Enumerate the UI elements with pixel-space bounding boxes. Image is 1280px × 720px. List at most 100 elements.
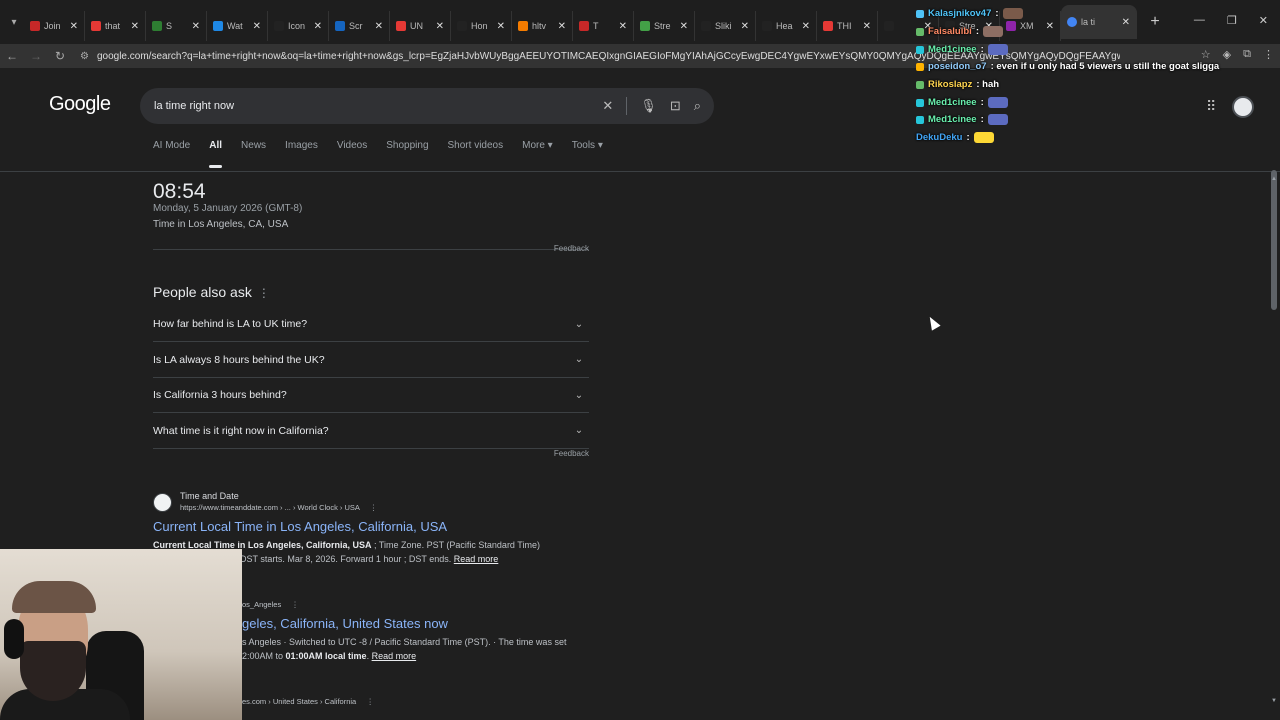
google-header: Google la time right now ✕ 🎙 ⊡ ⌕ AI Mode… <box>0 68 1280 172</box>
close-tab-icon[interactable]: ✕ <box>1046 21 1054 32</box>
chat-badge-icon <box>916 62 924 71</box>
search-tab-news[interactable]: News <box>241 140 266 156</box>
browser-tab[interactable]: T ✕ <box>573 11 634 41</box>
chat-message: Faisaluibi: <box>916 26 1003 37</box>
result-title-link[interactable]: geles, California, United States now <box>242 616 448 631</box>
site-info-icon[interactable]: ⚙ <box>80 51 89 62</box>
search-tab-ai-mode[interactable]: AI Mode <box>153 140 190 156</box>
chat-username: DekuDeku <box>916 132 963 143</box>
browser-tab[interactable]: hltv ✕ <box>512 11 573 41</box>
active-tab[interactable]: la ti ✕ <box>1061 5 1137 39</box>
result-url[interactable]: es.com › United States › California ⋮ <box>242 697 374 706</box>
browser-tab[interactable]: Icon ✕ <box>268 11 329 41</box>
close-window-icon[interactable]: ✕ <box>1259 14 1268 27</box>
scroll-up-icon[interactable]: ▲ <box>1271 176 1277 182</box>
chat-emote-icon <box>983 26 1003 37</box>
scroll-down-icon[interactable]: ▼ <box>1271 698 1277 704</box>
close-tab-icon[interactable]: ✕ <box>863 21 871 32</box>
more-options-icon[interactable]: ⋮ <box>258 286 270 300</box>
close-tab-icon[interactable]: ✕ <box>558 21 566 32</box>
more-options-icon[interactable]: ⋮ <box>366 697 374 706</box>
page-scrollbar[interactable] <box>1271 170 1277 310</box>
minimize-icon[interactable]: — <box>1194 14 1205 27</box>
browser-tab[interactable]: THI ✕ <box>817 11 878 41</box>
divider <box>626 97 628 115</box>
paa-question[interactable]: What time is it right now in California?… <box>153 414 589 449</box>
result-url[interactable]: https://www.timeanddate.com › ... › Worl… <box>180 503 377 512</box>
account-avatar[interactable] <box>1232 96 1254 118</box>
google-logo[interactable]: Google <box>49 93 111 116</box>
extension-icon[interactable]: ◈ <box>1223 48 1231 61</box>
new-tab-button[interactable]: + <box>1143 10 1167 34</box>
chat-text: : <box>995 8 999 19</box>
clear-icon[interactable]: ✕ <box>602 98 613 114</box>
result-url[interactable]: os_Angeles ⋮ <box>242 600 299 609</box>
menu-dots-icon[interactable]: ⋮ <box>1263 48 1274 61</box>
reload-icon[interactable]: ↻ <box>48 49 72 63</box>
browser-tab[interactable]: Hea ✕ <box>756 11 817 41</box>
feedback-link[interactable]: Feedback <box>554 244 589 253</box>
browser-tab[interactable]: Scr ✕ <box>329 11 390 41</box>
puzzle-icon[interactable]: ⧉ <box>1243 48 1251 61</box>
forward-icon[interactable]: → <box>24 49 48 63</box>
browser-tab[interactable]: Hon ✕ <box>451 11 512 41</box>
toolbar-icons: ☆ ◈ ⧉ ⋮ <box>1201 48 1274 61</box>
close-tab-icon[interactable]: ✕ <box>314 21 322 32</box>
paa-question[interactable]: Is California 3 hours behind? ⌄ <box>153 378 589 413</box>
close-tab-icon[interactable]: ✕ <box>619 21 627 32</box>
restore-icon[interactable]: ❐ <box>1227 14 1237 27</box>
close-tab-icon[interactable]: ✕ <box>192 21 200 32</box>
close-tab-icon[interactable]: ✕ <box>436 21 444 32</box>
close-tab-icon[interactable]: ✕ <box>741 21 749 32</box>
read-more-link[interactable]: Read more <box>454 554 499 564</box>
chevron-down-icon[interactable]: ⌄ <box>569 350 589 370</box>
close-tab-icon[interactable]: ✕ <box>497 21 505 32</box>
browser-tab[interactable]: Sliki ✕ <box>695 11 756 41</box>
browser-tab[interactable]: Join ✕ <box>24 11 85 41</box>
close-tab-icon[interactable]: ✕ <box>131 21 139 32</box>
result-source[interactable]: Time and Date <box>180 491 239 501</box>
bookmark-star-icon[interactable]: ☆ <box>1201 48 1211 61</box>
tab-search-icon[interactable]: ▾ <box>4 12 24 32</box>
chevron-down-icon[interactable]: ⌄ <box>569 385 589 405</box>
tab-favicon-icon <box>518 21 528 31</box>
close-tab-icon[interactable]: ✕ <box>802 21 810 32</box>
paa-question[interactable]: How far behind is LA to UK time? ⌄ <box>153 307 589 342</box>
search-tab-more[interactable]: More ▾ <box>522 140 553 156</box>
paa-question[interactable]: Is LA always 8 hours behind the UK? ⌄ <box>153 343 589 378</box>
search-tab-images[interactable]: Images <box>285 140 318 156</box>
browser-tab[interactable]: UN ✕ <box>390 11 451 41</box>
tab-label: UN <box>410 21 423 31</box>
close-tab-icon[interactable]: ✕ <box>375 21 383 32</box>
result-title-link[interactable]: Current Local Time in Los Angeles, Calif… <box>153 519 447 534</box>
chevron-down-icon[interactable]: ⌄ <box>569 314 589 334</box>
paa-feedback-link[interactable]: Feedback <box>554 449 589 458</box>
microphone-icon[interactable]: 🎙 <box>640 98 657 114</box>
chevron-down-icon[interactable]: ⌄ <box>569 421 589 441</box>
tab-favicon-icon <box>274 21 284 31</box>
chat-message: Med1cinee: <box>916 44 1008 55</box>
more-options-icon[interactable]: ⋮ <box>370 503 378 512</box>
browser-tab[interactable]: that ✕ <box>85 11 146 41</box>
browser-tab[interactable]: Wat ✕ <box>207 11 268 41</box>
search-input[interactable]: la time right now ✕ 🎙 ⊡ ⌕ <box>140 88 714 124</box>
more-options-icon[interactable]: ⋮ <box>291 600 299 609</box>
browser-tab[interactable]: Stre ✕ <box>634 11 695 41</box>
chat-badge-icon <box>916 45 924 54</box>
search-icon[interactable]: ⌕ <box>694 98 701 114</box>
search-tab-tools[interactable]: Tools ▾ <box>572 140 603 156</box>
search-tab-videos[interactable]: Videos <box>337 140 367 156</box>
close-tab-icon[interactable]: ✕ <box>1122 17 1130 28</box>
lens-camera-icon[interactable]: ⊡ <box>670 98 681 114</box>
search-tab-short-videos[interactable]: Short videos <box>448 140 504 156</box>
close-tab-icon[interactable]: ✕ <box>253 21 261 32</box>
apps-grid-icon[interactable]: ⠿ <box>1206 98 1216 115</box>
browser-tab[interactable]: S ✕ <box>146 11 207 41</box>
back-icon[interactable]: ← <box>0 49 24 63</box>
close-tab-icon[interactable]: ✕ <box>680 21 688 32</box>
chat-username: Kalasjnikov47 <box>928 8 992 19</box>
search-tab-shopping[interactable]: Shopping <box>386 140 428 156</box>
search-tab-all[interactable]: All <box>209 140 222 168</box>
close-tab-icon[interactable]: ✕ <box>70 21 78 32</box>
read-more-link[interactable]: Read more <box>372 651 417 661</box>
